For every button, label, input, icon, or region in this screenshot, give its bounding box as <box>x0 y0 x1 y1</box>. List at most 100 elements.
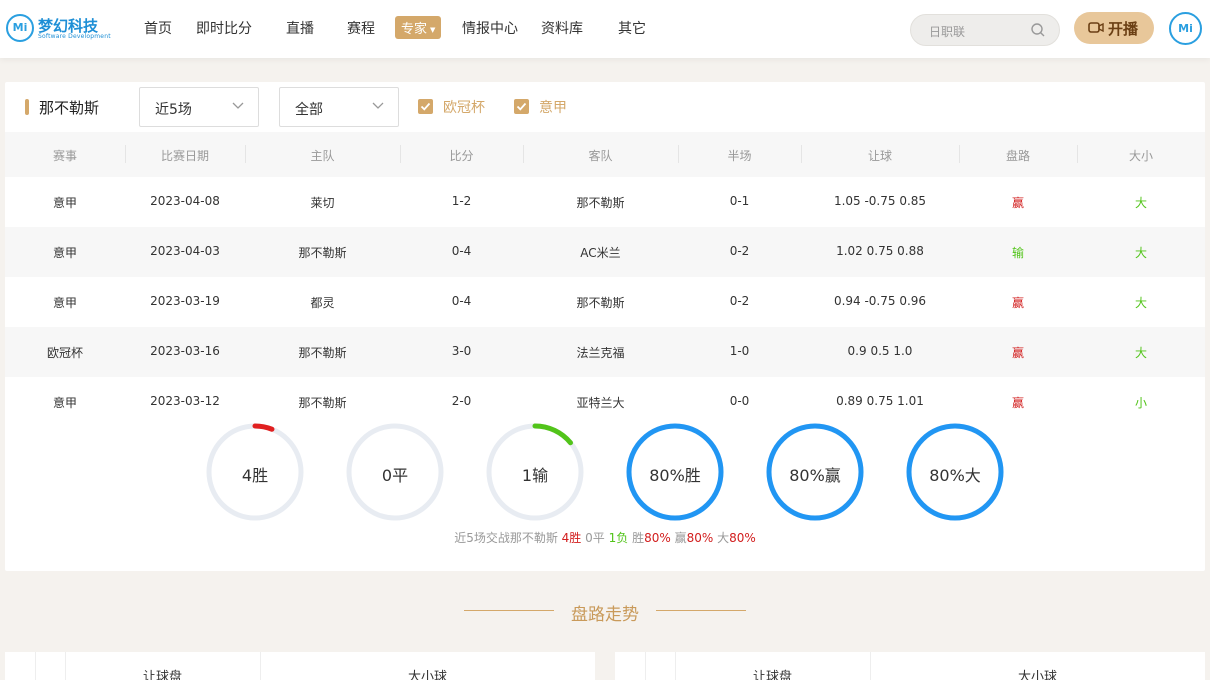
nav-expert-label: 专家 <box>401 22 428 37</box>
cell-score: 1-2 <box>451 194 472 208</box>
cell-handicap: 0.94 -0.75 0.96 <box>833 294 927 308</box>
col-over-under: 大小 <box>1128 149 1153 163</box>
ring-label: 1输 <box>521 466 549 485</box>
cell-half: 0-2 <box>729 294 750 308</box>
summary-over-pct: 80% <box>729 531 756 545</box>
checkbox-serie-a-label[interactable]: 意甲 <box>539 97 567 117</box>
scope-select[interactable]: 全部 <box>279 87 399 127</box>
trend-col-over-under: 大小球 <box>407 670 447 680</box>
cell-date: 2023-03-19 <box>150 294 220 308</box>
chevron-down-icon <box>232 102 244 109</box>
cell-result: 输 <box>1011 246 1024 260</box>
ring-label: 80%赢 <box>789 466 841 485</box>
divider <box>656 610 746 611</box>
stat-ring-over-rate: 80%大 <box>905 422 1005 522</box>
summary-line: 近5场交战那不勒斯 4胜 0平 1负 胜80% 赢80% 大80% <box>5 529 1205 546</box>
trend-col-handicap: 让球盘 <box>142 670 182 680</box>
cell-home: 那不勒斯 <box>298 246 347 260</box>
caret-down-icon: ▼ <box>430 25 436 34</box>
summary-wins: 4胜 <box>561 531 582 545</box>
search-icon[interactable] <box>1031 23 1045 37</box>
table-row[interactable]: 意甲 2023-03-19 都灵 0-4 那不勒斯 0-2 0.94 -0.75… <box>5 277 1205 327</box>
section-title: 盘路走势 <box>571 605 639 625</box>
camera-icon <box>1088 22 1104 33</box>
nav-database[interactable]: 资料库 <box>541 18 583 38</box>
checkbox-champions-league[interactable] <box>418 99 433 114</box>
cell-league: 欧冠杯 <box>46 346 83 360</box>
summary-prefix: 近5场交战那不勒斯 <box>454 531 558 545</box>
summary-win-pct: 80% <box>644 531 671 545</box>
range-select[interactable]: 近5场 <box>139 87 259 127</box>
nav-other[interactable]: 其它 <box>618 18 646 38</box>
col-divider <box>35 652 36 680</box>
go-live-button[interactable]: 开播 <box>1074 12 1154 44</box>
team-name: 那不勒斯 <box>39 99 100 117</box>
nav-schedule[interactable]: 赛程 <box>347 18 375 38</box>
cell-home: 都灵 <box>310 296 335 310</box>
cell-result: 赢 <box>1011 396 1024 410</box>
table-row[interactable]: 欧冠杯 2023-03-16 那不勒斯 3-0 法兰克福 1-0 0.9 0.5… <box>5 327 1205 377</box>
cell-score: 3-0 <box>451 344 472 358</box>
table-header: 赛事 比赛日期 主队 比分 客队 半场 让球 盘路 大小 <box>5 132 1205 177</box>
cell-half: 0-1 <box>729 194 750 208</box>
summary-draws: 0平 <box>585 531 605 545</box>
chevron-down-icon <box>372 102 384 109</box>
cell-handicap: 0.9 0.5 1.0 <box>847 344 913 358</box>
col-home: 主队 <box>310 149 335 163</box>
col-handicap: 让球 <box>867 149 892 163</box>
range-select-value: 近5场 <box>155 102 192 118</box>
nav-live-score[interactable]: 即时比分 <box>196 18 252 38</box>
nav-expert[interactable]: 专家 ▼ <box>395 16 442 39</box>
cell-league: 意甲 <box>52 246 77 260</box>
cell-home: 莱切 <box>310 196 335 210</box>
col-league: 赛事 <box>52 149 77 163</box>
cell-away: 那不勒斯 <box>576 196 625 210</box>
cell-score: 2-0 <box>451 394 472 408</box>
summary-losses: 1负 <box>608 531 629 545</box>
cell-date: 2023-04-03 <box>150 244 220 258</box>
nav-home[interactable]: 首页 <box>144 18 172 38</box>
cell-handicap: 1.02 0.75 0.88 <box>836 244 924 258</box>
checkbox-serie-a[interactable] <box>514 99 529 114</box>
summary-cover-word: 赢 <box>674 531 687 545</box>
trend-section-header: 盘路走势 <box>0 598 1210 625</box>
col-half: 半场 <box>727 149 752 163</box>
cell-half: 1-0 <box>729 344 750 358</box>
cell-date: 2023-03-12 <box>150 394 220 408</box>
cell-handicap: 1.05 -0.75 0.85 <box>833 194 927 208</box>
stat-ring-win-rate: 80%胜 <box>625 422 725 522</box>
cell-away: 法兰克福 <box>576 346 625 360</box>
table-row[interactable]: 意甲 2023-03-12 那不勒斯 2-0 亚特兰大 0-0 0.89 0.7… <box>5 377 1205 427</box>
checkbox-champions-league-label[interactable]: 欧冠杯 <box>443 97 485 117</box>
nav-intel-center[interactable]: 情报中心 <box>462 18 518 38</box>
ring-label: 80%大 <box>929 466 981 485</box>
trend-table-left: 让球盘 大小球 <box>5 652 595 680</box>
cell-handicap: 0.89 0.75 1.01 <box>836 394 924 408</box>
scope-select-value: 全部 <box>295 102 323 118</box>
nav-broadcast[interactable]: 直播 <box>286 18 314 38</box>
logo-badge: Mi <box>6 14 34 42</box>
recent-matches-card: 那不勒斯 近5场 全部 欧冠杯 意甲 赛事 比赛日期 主队 比分 客队 半场 让… <box>5 82 1205 571</box>
col-result: 盘路 <box>1005 149 1030 163</box>
cell-score: 0-4 <box>451 294 472 308</box>
cell-score: 0-4 <box>451 244 472 258</box>
search-input[interactable]: 日职联 <box>929 23 965 40</box>
trend-col-over-under: 大小球 <box>1017 670 1057 680</box>
table-row[interactable]: 意甲 2023-04-08 莱切 1-2 那不勒斯 0-1 1.05 -0.75… <box>5 177 1205 227</box>
trend-col-handicap: 让球盘 <box>752 670 792 680</box>
summary-win-word: 胜 <box>632 531 645 545</box>
check-icon <box>516 102 527 111</box>
brand-logo[interactable]: Mi 梦幻科技 Software Development <box>6 14 111 44</box>
ring-label: 80%胜 <box>649 466 701 485</box>
table-row[interactable]: 意甲 2023-04-03 那不勒斯 0-4 AC米兰 0-2 1.02 0.7… <box>5 227 1205 277</box>
cell-away: 亚特兰大 <box>576 396 625 410</box>
avatar[interactable]: Mi <box>1169 12 1202 45</box>
cell-over-under: 大 <box>1134 346 1147 360</box>
search-box[interactable]: 日职联 <box>910 14 1060 46</box>
cell-league: 意甲 <box>52 396 77 410</box>
col-score: 比分 <box>449 149 474 163</box>
cell-away: AC米兰 <box>580 246 621 260</box>
cell-home: 那不勒斯 <box>298 396 347 410</box>
cell-half: 0-0 <box>729 394 750 408</box>
cell-result: 赢 <box>1011 346 1024 360</box>
